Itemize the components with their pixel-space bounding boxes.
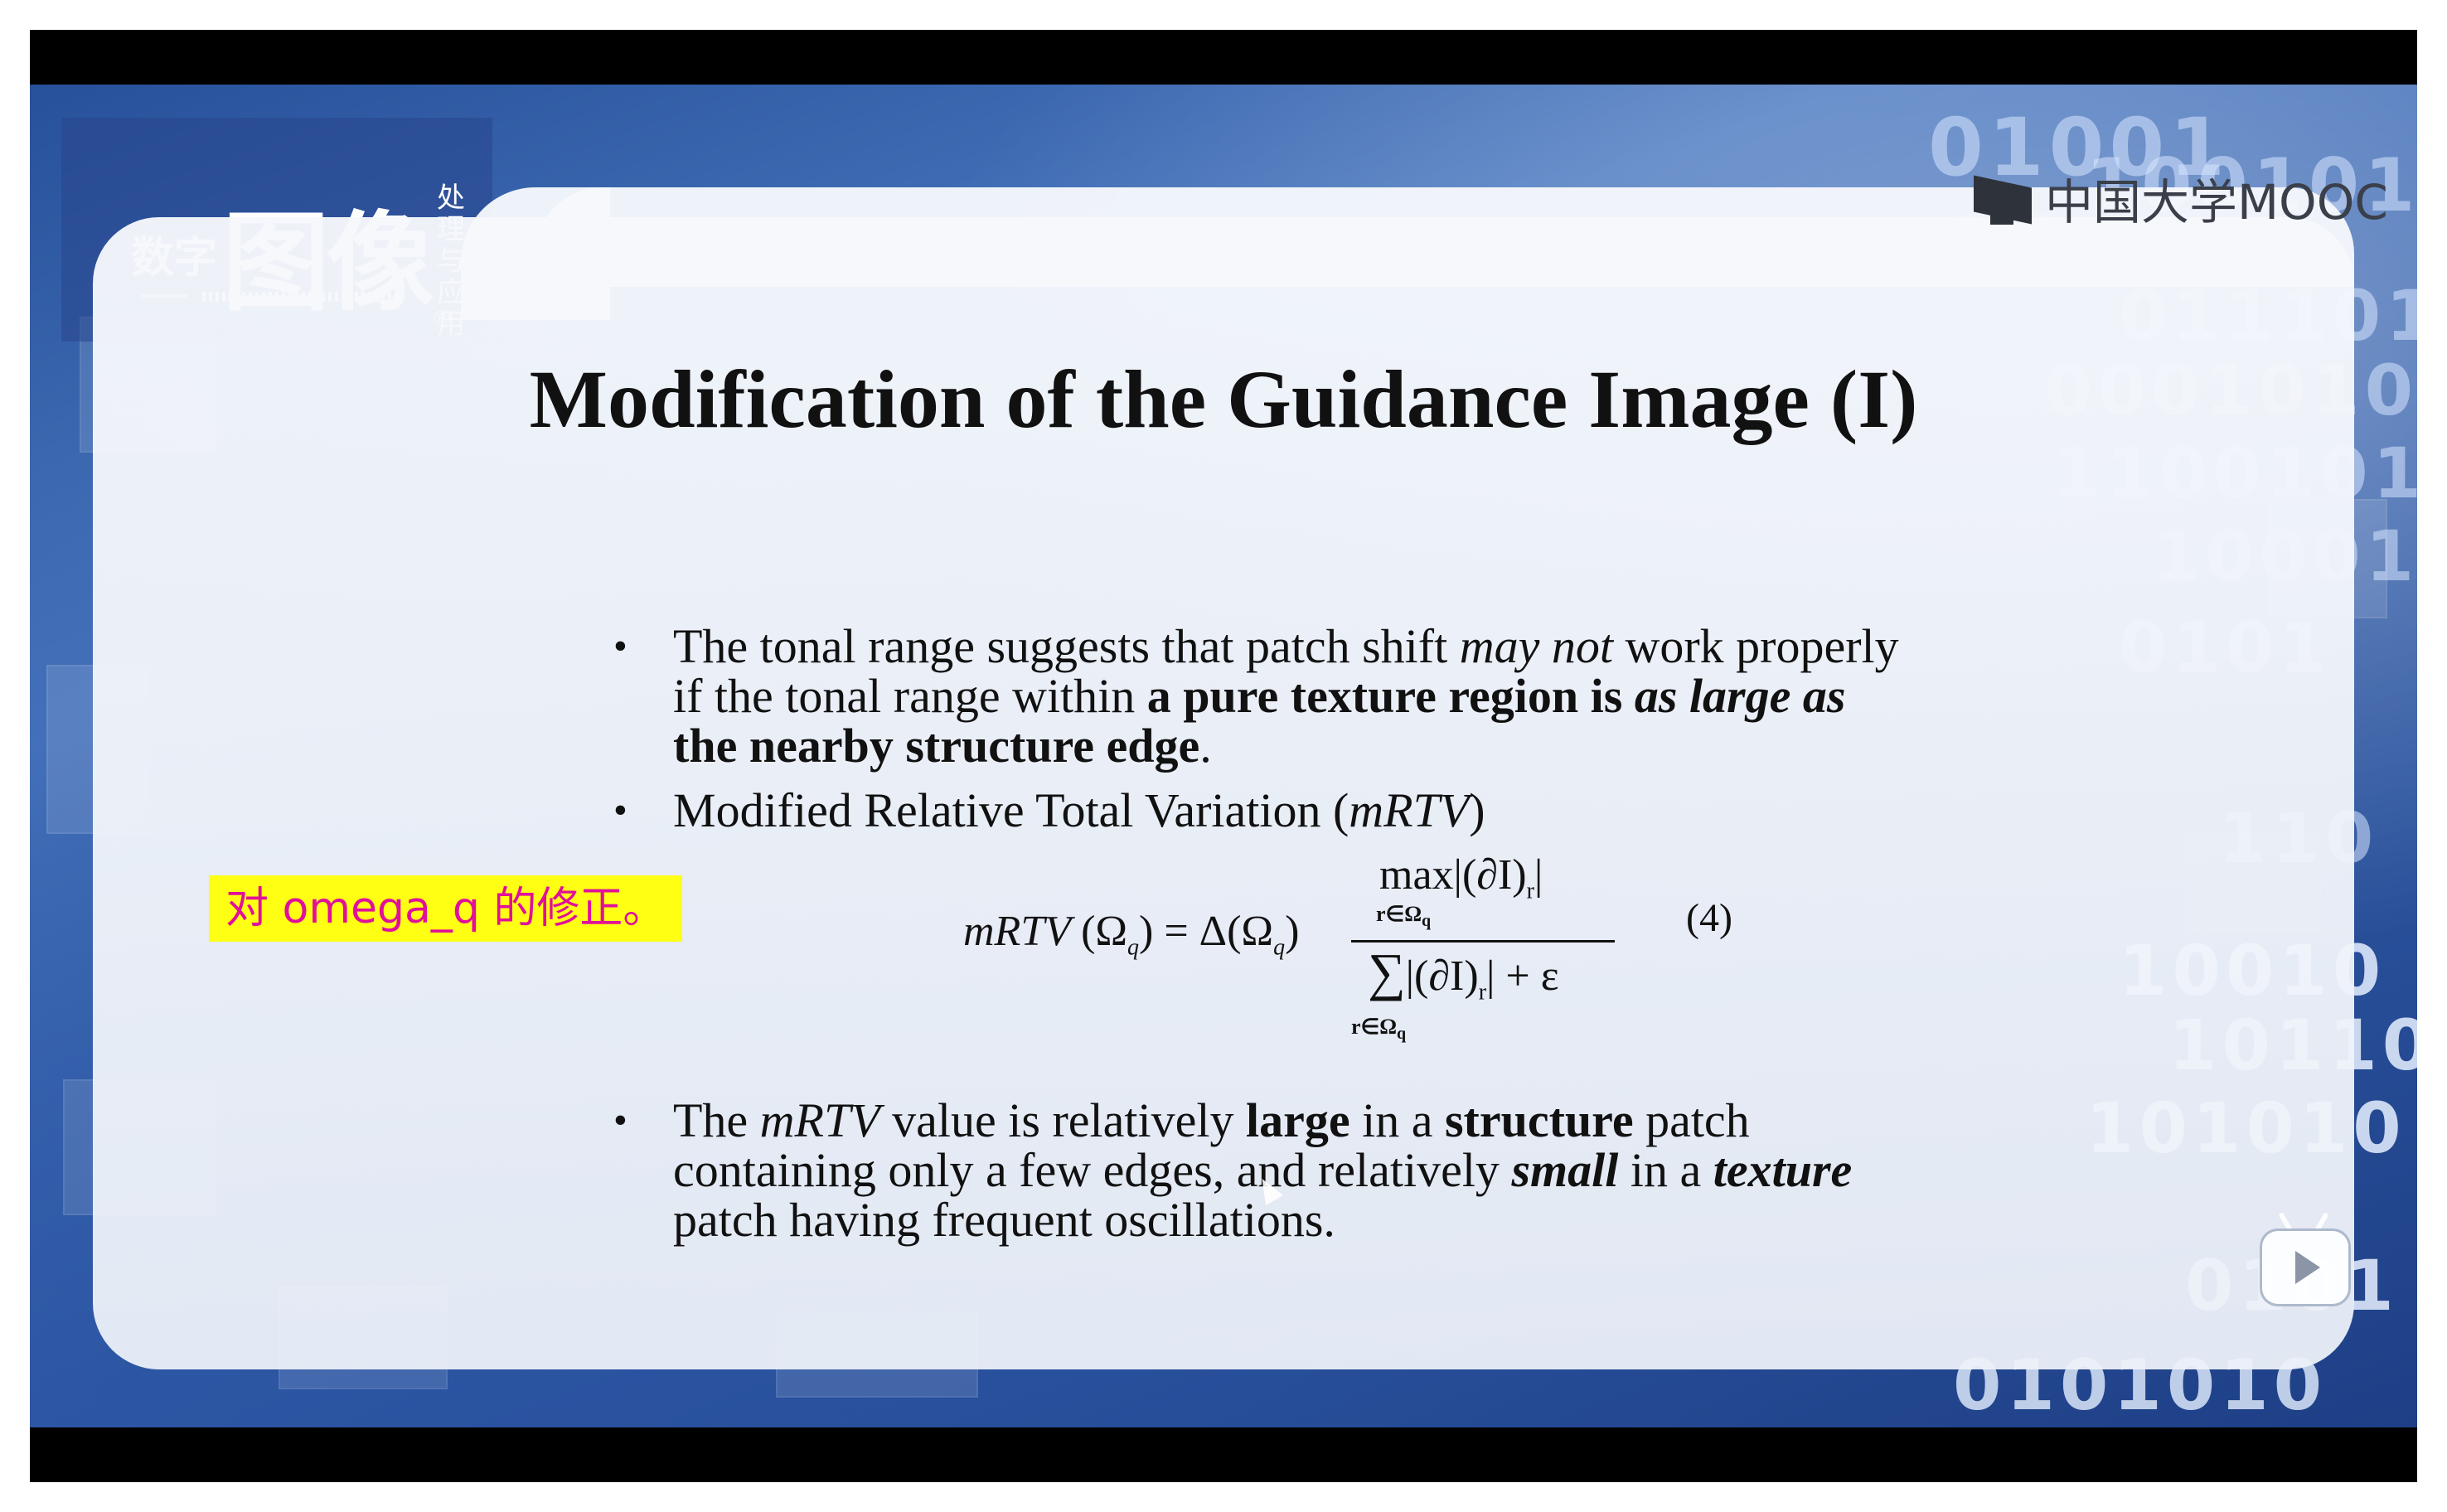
- formula-denominator-under: r∈Ωq: [1351, 1015, 1406, 1044]
- formula-lhs-name: mRTV: [963, 908, 1071, 955]
- bullet-item-tonal-range: • The tonal range suggests that patch sh…: [613, 622, 1907, 771]
- formula-numerator-under-text: r∈Ω: [1376, 902, 1422, 926]
- formula-numerator-under-sub: q: [1422, 912, 1432, 931]
- bullet3-text-6: structure: [1444, 1093, 1634, 1147]
- bullet-dot: •: [613, 788, 627, 832]
- formula-denominator-under-sub: q: [1397, 1025, 1407, 1044]
- equation-number: (4): [1686, 896, 1732, 940]
- slide-title: Modification of the Guidance Image (I): [529, 353, 1918, 445]
- formula-lhs-sub: q: [1127, 934, 1140, 961]
- formula-lhs: mRTV (Ωq) = Δ(Ωq): [963, 907, 1299, 961]
- bullet-dot: •: [613, 1098, 627, 1142]
- formula-lhs-end: ): [1285, 908, 1300, 955]
- formula-lhs-sub2: q: [1273, 934, 1286, 961]
- bullet3-text-9: in a: [1618, 1143, 1713, 1197]
- bullet3-text-4: large: [1245, 1093, 1350, 1147]
- formula-denominator-under-text: r∈Ω: [1351, 1015, 1398, 1039]
- sum-symbol: ∑: [1368, 943, 1406, 1001]
- bullet3-text-11: patch having frequent oscillations.: [673, 1193, 1335, 1247]
- bullet3-text-2: mRTV: [759, 1093, 880, 1147]
- formula-denominator-end: | + ε: [1486, 952, 1559, 1000]
- formula-numerator: max|(∂I)r|: [1379, 850, 1543, 904]
- bullet-dot: •: [613, 624, 627, 668]
- formula-numerator-end: |: [1534, 851, 1543, 899]
- bullet-item-mrtv-value: • The mRTV value is relatively large in …: [613, 1096, 1907, 1245]
- play-button-ears-icon: [2275, 1212, 2333, 1232]
- formula-lhs-mid: ) = Δ(Ω: [1139, 908, 1274, 955]
- bullet3-text-1: The: [673, 1093, 760, 1147]
- formula-numerator-text: max|(∂I): [1379, 851, 1527, 899]
- bullet3-text-5: in a: [1349, 1093, 1445, 1147]
- bullet1-text-7: .: [1199, 719, 1212, 773]
- bullet1-text-4: a pure texture region is: [1146, 669, 1635, 723]
- bullet3-text-8: small: [1511, 1143, 1619, 1197]
- video-player-window: 01001 100101 011101 0001010 1100101 1000…: [30, 30, 2417, 1482]
- mooc-watermark-text: 中国大学MOOC: [2045, 174, 2388, 230]
- formula-denominator-text: |(∂I): [1405, 952, 1479, 1000]
- subtitle-caption: 对 omega_q 的修正。: [209, 875, 683, 942]
- formula-denominator: ∑|(∂I)r| + ε: [1368, 942, 1559, 1006]
- bullet3-text-10: texture: [1713, 1143, 1853, 1197]
- bullet1-text-6: the nearby structure edge: [673, 719, 1200, 773]
- mooc-logo-icon: [1974, 173, 2038, 225]
- bullet3-text-3: value is relatively: [879, 1093, 1246, 1147]
- formula-denominator-sub: r: [1478, 979, 1487, 1006]
- mooc-watermark: 中国大学MOOC: [1974, 163, 2388, 233]
- mrtv-formula: mRTV (Ωq) = Δ(Ωq) max|(∂I)r| r∈Ωq ∑|(∂I)…: [963, 821, 1792, 1043]
- play-button[interactable]: [2260, 1228, 2351, 1306]
- formula-numerator-sub: r: [1526, 878, 1534, 904]
- bullet1-text-1: The tonal range suggests that patch shif…: [673, 619, 1460, 673]
- formula-numerator-under: r∈Ωq: [1376, 902, 1431, 931]
- bullet1-text-2: may not: [1459, 619, 1613, 673]
- slide-top-curve: [461, 187, 610, 320]
- formula-lhs-arg: (Ω: [1081, 908, 1128, 955]
- bullet1-text-5: as large as: [1634, 669, 1846, 723]
- video-frame[interactable]: 01001 100101 011101 0001010 1100101 1000…: [30, 85, 2417, 1427]
